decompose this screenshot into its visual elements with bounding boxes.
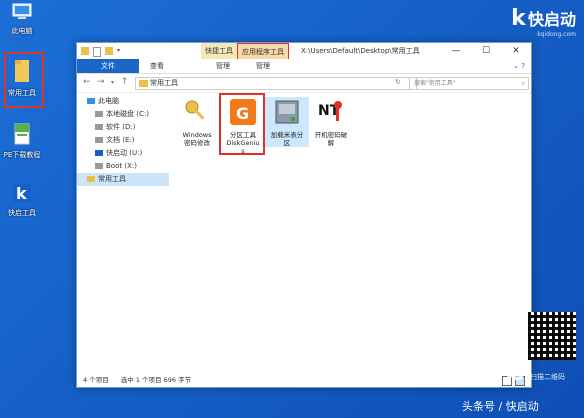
dropdown-icon[interactable]: ▾ — [117, 47, 123, 55]
nav-item-drive-d[interactable]: 软件 (D:) — [77, 121, 169, 134]
nt-key-icon: NT — [318, 101, 342, 121]
maximize-button[interactable]: ☐ — [471, 43, 501, 59]
new-folder-icon[interactable] — [105, 47, 113, 55]
brand-name: 快启动 — [527, 10, 576, 29]
tab-view[interactable]: 查看 — [141, 59, 173, 73]
forward-icon[interactable]: → — [97, 77, 105, 87]
watermark-brand-text: 快启动 — [418, 345, 527, 386]
nav-item-drive-u[interactable]: 快启动 (U:) — [77, 147, 169, 160]
navigation-pane: 此电脑 本地磁盘 (C:) 软件 (D:) 文档 (E:) 快启动 (U:) B… — [77, 93, 169, 373]
computer-icon — [87, 98, 95, 104]
hard-drive-icon — [275, 100, 299, 124]
folder-icon — [87, 176, 95, 182]
drive-icon — [95, 124, 103, 130]
window-title: X:\Users\Default\Desktop\常用工具 — [301, 47, 420, 55]
nav-label: 软件 (D:) — [106, 123, 136, 131]
close-button[interactable]: ✕ — [501, 43, 531, 59]
minimize-button[interactable]: — — [441, 43, 471, 59]
document-icon — [14, 123, 30, 145]
help-icon[interactable]: ⌄ ? — [513, 59, 525, 73]
desktop-selection-highlight — [4, 52, 44, 108]
nav-item-drive-c[interactable]: 本地磁盘 (C:) — [77, 108, 169, 121]
desktop-icon-kqd-tools[interactable]: k 快启工具 — [0, 182, 50, 218]
kqd-logo-icon: k — [13, 184, 31, 203]
address-input[interactable]: 常用工具 — [135, 77, 417, 90]
tab-file[interactable]: 文件 — [77, 59, 139, 73]
qr-caption: 扫描二维码 — [530, 373, 565, 381]
drive-icon — [95, 137, 103, 143]
file-label: Windows — [182, 131, 212, 139]
nav-item-drive-e[interactable]: 文档 (E:) — [77, 134, 169, 147]
context-tab-shortcut-tools[interactable]: 快捷工具 — [201, 43, 237, 59]
brand-logo: k 快启动 kqidong.com — [511, 6, 576, 38]
file-list: Windows 密码修改 G 分区工具 DiskGeniu s 加载米表分 区 — [173, 93, 531, 373]
quick-access-toolbar: ▾ — [81, 47, 123, 57]
tab-manage-app[interactable]: 管理 — [247, 59, 279, 73]
search-icon: ⌕ — [521, 80, 525, 87]
drive-icon — [95, 111, 103, 117]
folder-icon[interactable] — [81, 47, 89, 55]
brand-site: kqidong.com — [537, 31, 576, 38]
nav-label: 本地磁盘 (C:) — [106, 110, 149, 118]
file-label: 密码修改 — [184, 139, 210, 147]
svg-text:k: k — [16, 184, 27, 203]
window-controls: — ☐ ✕ — [441, 43, 531, 59]
nav-label: 此电脑 — [98, 97, 119, 105]
file-label: 解 — [327, 139, 335, 147]
file-label: 开机密码破 — [314, 131, 348, 139]
qr-code-image — [528, 312, 576, 360]
nav-label: 文档 (E:) — [106, 136, 135, 144]
file-item-windows-password[interactable]: Windows 密码修改 — [175, 97, 219, 147]
selection-info: 选中 1 个项目 696 字节 — [120, 376, 192, 384]
drive-icon — [95, 163, 103, 169]
tab-manage-shortcut[interactable]: 管理 — [207, 59, 239, 73]
item-count: 4 个项目 — [83, 376, 109, 384]
address-path: 常用工具 — [150, 79, 178, 87]
nav-item-this-pc[interactable]: 此电脑 — [77, 95, 169, 108]
search-placeholder: 搜索"常用工具" — [414, 80, 456, 87]
nav-item-common-tools[interactable]: 常用工具 — [77, 173, 169, 186]
computer-icon — [12, 3, 32, 19]
kqd-drive-icon — [95, 150, 103, 156]
file-label: 区 — [283, 139, 291, 147]
desktop-icon-this-pc[interactable]: 此电脑 — [0, 2, 50, 36]
desktop-icon-label: 此电脑 — [11, 27, 33, 35]
desktop-icon-pe-tutorial[interactable]: PE下载教程 — [0, 122, 50, 160]
title-bar: ▾ 快捷工具 应用程序工具 X:\Users\Default\Desktop\常… — [77, 43, 531, 61]
refresh-icon[interactable]: ↻ — [395, 78, 401, 86]
watermark-footer: 头条号 / 快启动 — [462, 400, 539, 413]
address-bar-row: ← → ▾ ↑ 常用工具 ↻ 搜索"常用工具" ⌕ — [77, 74, 531, 93]
folder-icon — [139, 80, 148, 87]
desktop-icon-label: 快启工具 — [8, 209, 36, 217]
nav-item-drive-x[interactable]: Boot (X:) — [77, 160, 169, 173]
nav-label: 快启动 (U:) — [106, 149, 143, 157]
nav-label: 常用工具 — [98, 175, 126, 183]
ribbon-tabs: 文件 主页 共享 查看 管理 管理 — [77, 59, 531, 74]
file-item-mount-partition[interactable]: 加载米表分 区 — [265, 97, 309, 147]
properties-icon[interactable] — [93, 47, 101, 57]
nav-label: Boot (X:) — [106, 162, 137, 170]
back-icon[interactable]: ← — [83, 77, 91, 87]
file-item-boot-password-crack[interactable]: NT 开机密码破 解 — [309, 97, 353, 147]
file-selection-highlight — [219, 93, 265, 155]
desktop-icon-label: PE下载教程 — [3, 151, 41, 159]
watermark-brand: 快启动 — [418, 336, 526, 388]
up-icon[interactable]: ↑ — [121, 77, 129, 87]
search-input[interactable]: 搜索"常用工具" ⌕ — [409, 77, 529, 90]
file-label: 加载米表分 — [270, 131, 304, 139]
recent-dropdown-icon[interactable]: ▾ — [111, 79, 114, 86]
key-icon — [185, 100, 205, 120]
